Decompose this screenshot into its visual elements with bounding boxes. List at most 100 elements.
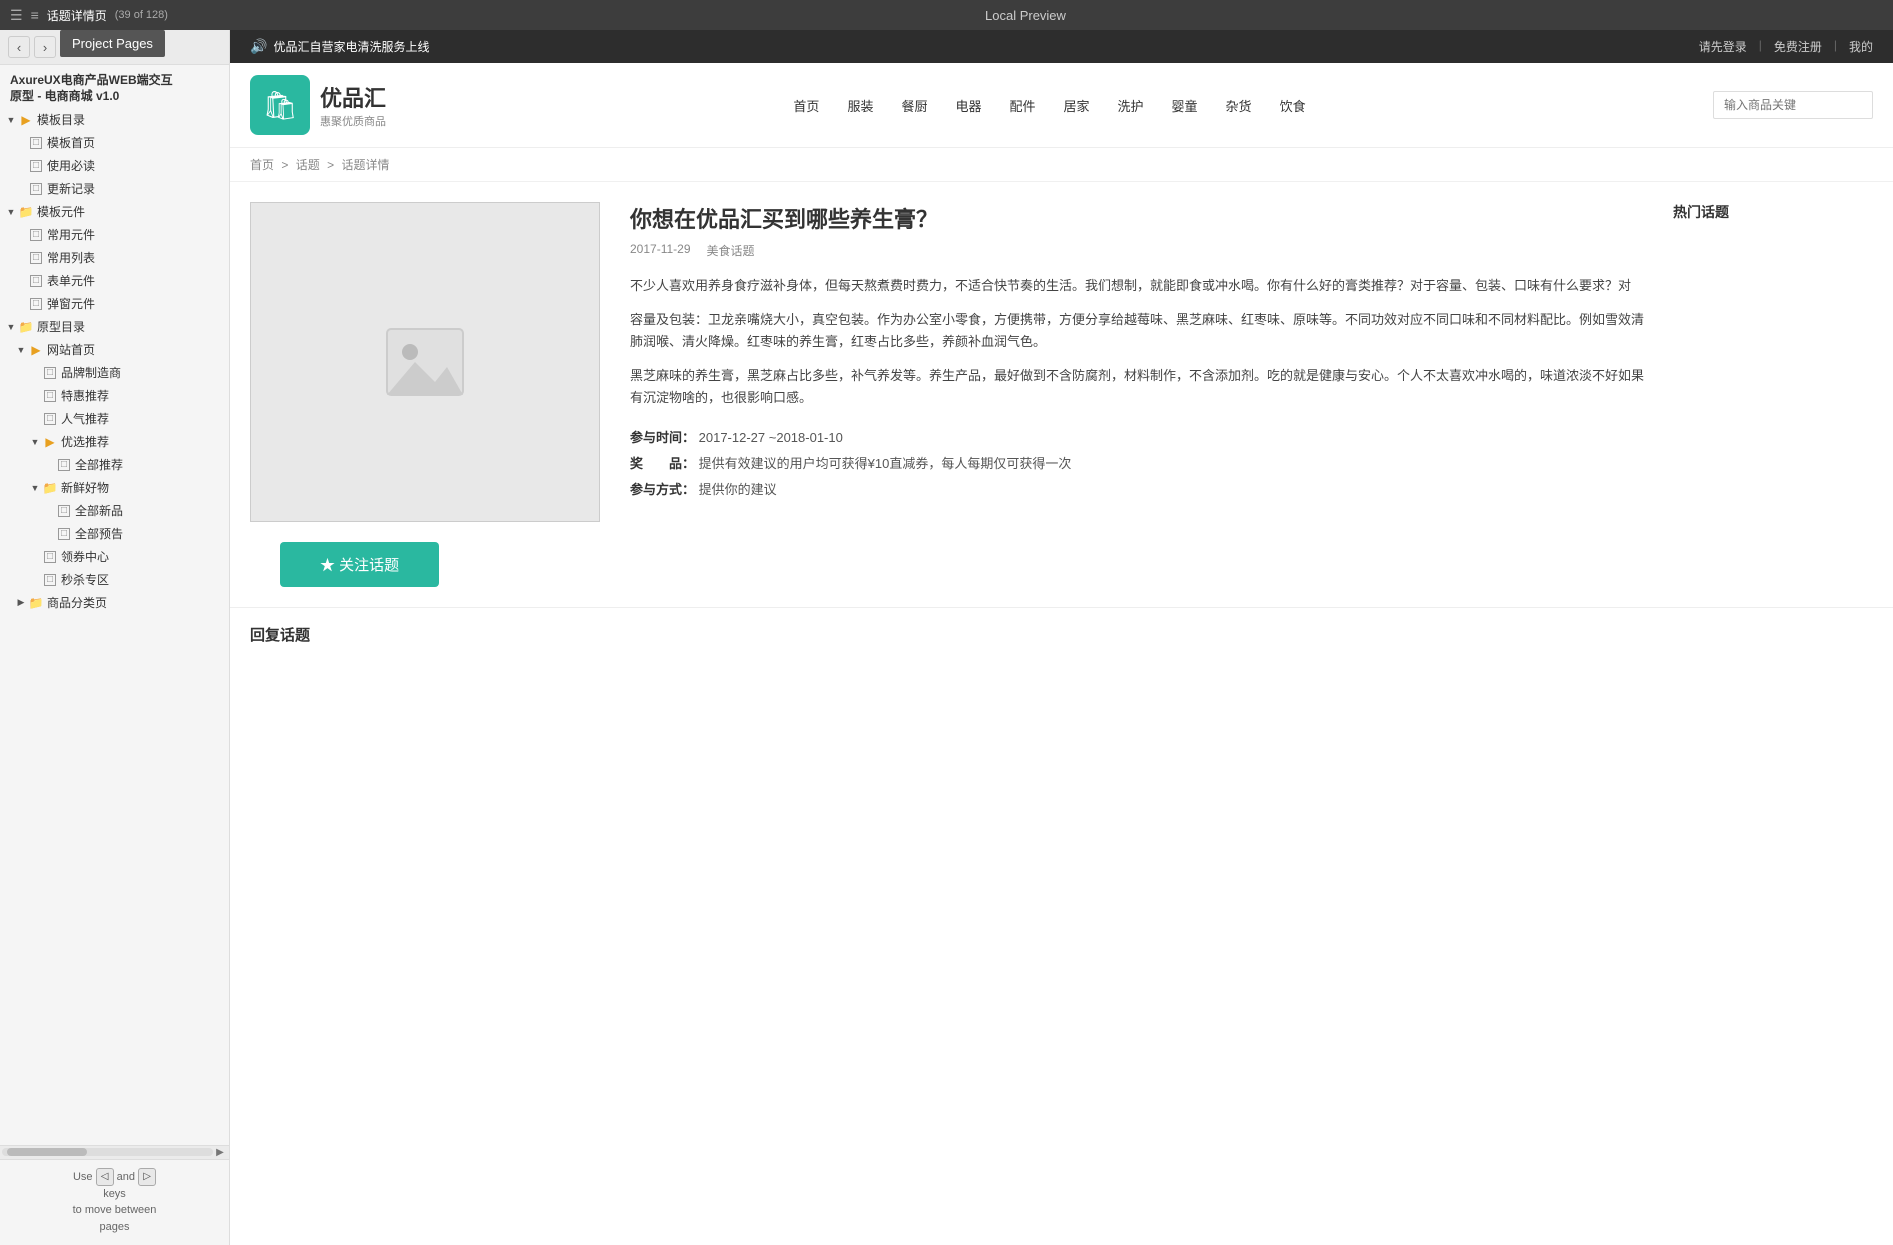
participation-time-value: 2017-12-27 ~2018-01-10 [699, 430, 843, 445]
sidebar-item-update-log[interactable]: □ 更新记录 [0, 177, 229, 200]
page-icon: □ [42, 572, 58, 588]
prize-value: 提供有效建议的用户均可获得¥10直减券，每人每期仅可获得一次 [699, 456, 1072, 471]
sidebar-item-template-comp[interactable]: ▼ 📁 模板元件 [0, 200, 229, 223]
tree-label: 更新记录 [47, 180, 95, 197]
hscroll-right-arrow[interactable]: ▶ [213, 1145, 227, 1159]
speaker-icon: 🔊 [250, 38, 267, 55]
sidebar-item-common-list[interactable]: □ 常用列表 [0, 246, 229, 269]
spacer [42, 527, 56, 541]
topic-content: ★ 关注话题 你想在优品汇买到哪些养生膏？ 2017-11-29 美食话题 不少… [230, 182, 1893, 607]
participation-time-label: 参与时间： [630, 430, 695, 445]
spacer [14, 274, 28, 288]
nav-appliance[interactable]: 电器 [951, 92, 985, 119]
account-link[interactable]: 我的 [1849, 38, 1873, 55]
nav-accessories[interactable]: 配件 [1005, 92, 1039, 119]
sidebar-item-template-home[interactable]: □ 模板首页 [0, 131, 229, 154]
sidebar-item-select-rec[interactable]: ▼ ▶ 优选推荐 [0, 430, 229, 453]
sidebar-tree[interactable]: ▼ ▶ 模板目录 □ 模板首页 □ 使用必读 □ 更新记录 ▼ [0, 108, 229, 1144]
sidebar-item-website-home[interactable]: ▼ ▶ 网站首页 [0, 338, 229, 361]
hot-topics-title: 热门话题 [1673, 202, 1873, 222]
follow-topic-button[interactable]: ★ 关注话题 [280, 542, 439, 587]
sidebar-item-category-page[interactable]: ▶ 📁 商品分类页 [0, 591, 229, 614]
tree-label: 常用列表 [47, 249, 95, 266]
sidebar-hscroll[interactable]: ▶ [0, 1145, 229, 1159]
nav-baby[interactable]: 婴童 [1168, 92, 1202, 119]
tree-label: 模板首页 [47, 134, 95, 151]
tree-label: 秒杀专区 [61, 571, 109, 588]
nav-grocery[interactable]: 杂货 [1222, 92, 1256, 119]
page-icon: □ [42, 549, 58, 565]
page-icon: □ [28, 158, 44, 174]
toggle-icon: ▼ [4, 205, 18, 219]
page-icon: □ [42, 388, 58, 404]
search-input[interactable] [1713, 91, 1873, 119]
tree-label: 原型目录 [37, 318, 85, 335]
tree-label: 优选推荐 [61, 433, 109, 450]
sidebar-item-common-comp[interactable]: □ 常用元件 [0, 223, 229, 246]
sidebar-item-flash-sale[interactable]: □ 秒杀专区 [0, 568, 229, 591]
sidebar-item-all-preview[interactable]: □ 全部预告 [0, 522, 229, 545]
tree-label: 常用元件 [47, 226, 95, 243]
nav-kitchen[interactable]: 餐厨 [897, 92, 931, 119]
tree-label: 全部预告 [75, 525, 123, 542]
tree-label: 品牌制造商 [61, 364, 121, 381]
nav-home[interactable]: 首页 [789, 92, 823, 119]
spacer [28, 412, 42, 426]
tree-label: 模板元件 [37, 203, 85, 220]
method-row: 参与方式： 提供你的建议 [630, 477, 1653, 503]
nav-care[interactable]: 洗护 [1114, 92, 1148, 119]
breadcrumb-sep1: > [281, 158, 288, 172]
logo-icon: 🛍 [262, 89, 298, 122]
right-links: 请先登录 | 免费注册 | 我的 [1699, 38, 1873, 55]
spacer [42, 458, 56, 472]
divider2: | [1834, 38, 1837, 55]
topic-category: 美食话题 [707, 242, 755, 259]
tree-label: 领券中心 [61, 548, 109, 565]
folder-blue-icon: 📁 [42, 480, 58, 496]
breadcrumb-home[interactable]: 首页 [250, 158, 274, 172]
nav-next-button[interactable]: › [34, 36, 56, 58]
toggle-icon: ▼ [28, 481, 42, 495]
list-icon[interactable]: ≡ [31, 7, 39, 23]
spacer [14, 182, 28, 196]
breadcrumb: 首页 > 话题 > 话题详情 [230, 148, 1893, 182]
tree-label: 特惠推荐 [61, 387, 109, 404]
sidebar-item-brand-maker[interactable]: □ 品牌制造商 [0, 361, 229, 384]
sidebar-item-popular-rec[interactable]: □ 人气推荐 [0, 407, 229, 430]
sidebar-item-special-offer[interactable]: □ 特惠推荐 [0, 384, 229, 407]
tree-label: 新鲜好物 [61, 479, 109, 496]
sidebar-item-fresh-goods[interactable]: ▼ 📁 新鲜好物 [0, 476, 229, 499]
nav-clothing[interactable]: 服装 [843, 92, 877, 119]
sidebar-item-template-dir[interactable]: ▼ ▶ 模板目录 [0, 108, 229, 131]
login-link[interactable]: 请先登录 [1699, 38, 1747, 55]
nav-prev-button[interactable]: ‹ [8, 36, 30, 58]
sidebar-item-use-guide[interactable]: □ 使用必读 [0, 154, 229, 177]
topic-body1: 不少人喜欢用养身食疗滋补身体，但每天熬煮费时费力，不适合快节奏的生活。我们想制，… [630, 275, 1653, 297]
breadcrumb-forum[interactable]: 话题 [296, 158, 320, 172]
top-bar-left: ☰ ≡ 话题详情页 (39 of 128) [10, 7, 168, 24]
nav-food[interactable]: 饮食 [1276, 92, 1310, 119]
topic-meta: 2017-11-29 美食话题 [630, 242, 1653, 259]
topic-image [250, 202, 600, 522]
tree-label: 全部推荐 [75, 456, 123, 473]
spacer [14, 228, 28, 242]
page-icon: □ [42, 411, 58, 427]
tree-label: 网站首页 [47, 341, 95, 358]
sidebar-item-all-rec[interactable]: □ 全部推荐 [0, 453, 229, 476]
sidebar-item-all-new[interactable]: □ 全部新品 [0, 499, 229, 522]
menu-icon[interactable]: ☰ [10, 7, 23, 24]
nav-home-goods[interactable]: 居家 [1060, 92, 1094, 119]
register-link[interactable]: 免费注册 [1774, 38, 1822, 55]
sidebar-item-proto-dir[interactable]: ▼ 📁 原型目录 [0, 315, 229, 338]
center-title: Local Preview [168, 8, 1883, 23]
page-icon: □ [28, 250, 44, 266]
page-count: (39 of 128) [115, 9, 168, 21]
announcement-text: 优品汇自营家电清洗服务上线 [273, 38, 429, 55]
topic-title: 你想在优品汇买到哪些养生膏？ [630, 202, 1653, 234]
announcement-bar: 🔊 优品汇自营家电清洗服务上线 请先登录 | 免费注册 | 我的 [230, 30, 1893, 63]
sidebar-item-form-comp[interactable]: □ 表单元件 [0, 269, 229, 292]
ecom-page: 🔊 优品汇自营家电清洗服务上线 请先登录 | 免费注册 | 我的 🛍 [230, 30, 1893, 1245]
sidebar-item-coupon-center[interactable]: □ 领券中心 [0, 545, 229, 568]
sidebar-item-dialog-comp[interactable]: □ 弹窗元件 [0, 292, 229, 315]
page-title: 话题详情页 [47, 7, 107, 24]
